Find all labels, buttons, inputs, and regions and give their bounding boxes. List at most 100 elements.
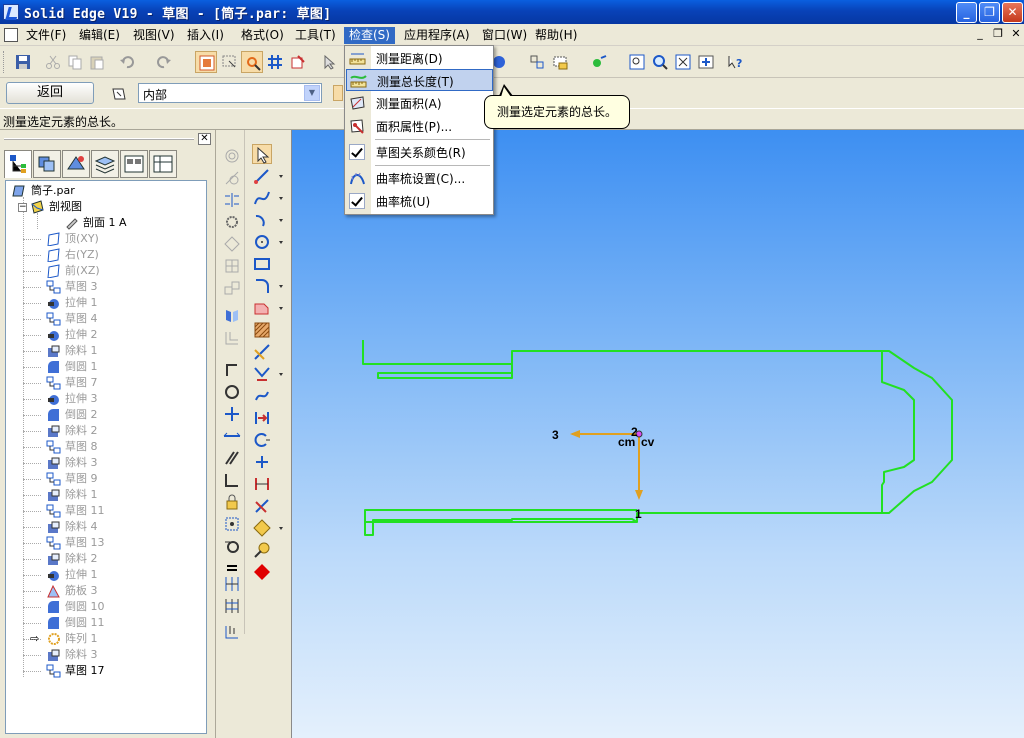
- menu-applications[interactable]: 应用程序(A): [399, 27, 475, 44]
- select-arrow-button[interactable]: [252, 144, 272, 164]
- mdi-restore-button[interactable]: ❐: [990, 28, 1006, 42]
- menu-edit[interactable]: 编辑(E): [74, 27, 125, 44]
- menu-tools[interactable]: 工具(T): [290, 27, 341, 44]
- redo-button[interactable]: [153, 51, 175, 73]
- rectangle-button[interactable]: [252, 254, 272, 274]
- pan-button[interactable]: [695, 51, 717, 73]
- chevron-down-icon[interactable]: ▼: [304, 85, 320, 101]
- profile-type-combo[interactable]: 内部 ▼: [138, 83, 322, 103]
- dimension-button[interactable]: [252, 474, 272, 494]
- connect-relation-button[interactable]: [222, 278, 242, 298]
- sketch-profile[interactable]: [362, 340, 953, 536]
- relationship-assistant-vbutton[interactable]: [222, 622, 242, 642]
- restore-button[interactable]: ❐: [979, 2, 1000, 23]
- parallel-relation-button[interactable]: [222, 448, 242, 468]
- tab-layers[interactable]: [91, 150, 119, 178]
- relationship-handles-button[interactable]: [241, 51, 263, 73]
- split-button[interactable]: [252, 386, 272, 406]
- rigid-set-button[interactable]: [222, 234, 242, 254]
- symmetry-button[interactable]: [222, 596, 242, 616]
- paste-button[interactable]: [86, 51, 108, 73]
- trim-button[interactable]: [252, 342, 272, 362]
- document-icon[interactable]: [4, 28, 18, 42]
- angle-relation-button[interactable]: [222, 470, 242, 490]
- menu-inspect[interactable]: 检查(S): [344, 27, 395, 44]
- rotate-button[interactable]: [252, 430, 272, 450]
- toolbar-grip[interactable]: [3, 51, 6, 73]
- menu-window[interactable]: 窗口(W): [477, 27, 532, 44]
- menu-insert[interactable]: 插入(I): [182, 27, 229, 44]
- point-on-relation-button[interactable]: [222, 536, 242, 556]
- tangent-relation-button[interactable]: [222, 168, 242, 188]
- select-tools-button[interactable]: [550, 51, 572, 73]
- select-tool-button[interactable]: [318, 51, 340, 73]
- mdi-close-button[interactable]: ✕: [1008, 28, 1024, 42]
- undo-button[interactable]: [116, 51, 138, 73]
- menu-measure-distance[interactable]: 测量距离(D): [346, 47, 493, 69]
- offset-button[interactable]: [222, 328, 242, 348]
- arc-button[interactable]: [252, 210, 283, 230]
- sketch-view-button[interactable]: [195, 51, 217, 73]
- menu-curvature-comb-settings[interactable]: 曲率梳设置(C)...: [346, 167, 493, 189]
- close-button[interactable]: ✕: [1002, 2, 1023, 23]
- sketch-plane-button[interactable]: [108, 82, 130, 104]
- mdi-minimize-button[interactable]: _: [972, 28, 988, 42]
- zoom-area-button[interactable]: [626, 51, 648, 73]
- menu-sketch-relation-color[interactable]: 草图关系颜色(R): [346, 141, 493, 163]
- menu-file[interactable]: 文件(F): [21, 27, 71, 44]
- menu-curvature-comb[interactable]: 曲率梳(U): [346, 190, 493, 212]
- circle-relation-button[interactable]: [222, 382, 242, 402]
- gear-relation-button[interactable]: [222, 212, 242, 232]
- fillet-button[interactable]: [252, 276, 283, 296]
- horizontal-vertical-button[interactable]: [222, 404, 242, 424]
- tab-family-of-parts[interactable]: [149, 150, 177, 178]
- fill-button[interactable]: [252, 320, 272, 340]
- lock-relation-button[interactable]: [222, 492, 242, 512]
- tab-pathfinder[interactable]: [4, 150, 32, 178]
- render-mode-button[interactable]: [588, 51, 610, 73]
- cut-button[interactable]: [42, 51, 64, 73]
- menu-measure-area[interactable]: 测量面积(A): [346, 92, 493, 114]
- select-window-button[interactable]: [218, 51, 240, 73]
- menu-measure-total-length[interactable]: 测量总长度(T): [346, 69, 493, 91]
- construction-button[interactable]: [252, 562, 272, 582]
- rigid-relation-button[interactable]: [222, 514, 242, 534]
- save-button[interactable]: [12, 51, 34, 73]
- collapse-section-view[interactable]: −: [18, 203, 27, 212]
- menu-help[interactable]: 帮助(H): [530, 27, 582, 44]
- collinear-relation-button[interactable]: [222, 426, 242, 446]
- intellieye-button[interactable]: [252, 540, 272, 560]
- relationship-assistant-button[interactable]: [526, 51, 548, 73]
- equal-relation-button[interactable]: [222, 256, 242, 276]
- back-button[interactable]: 返回: [6, 82, 94, 104]
- menu-view[interactable]: 视图(V): [128, 27, 180, 44]
- panel-close-button[interactable]: ✕: [198, 133, 211, 145]
- zoom-button[interactable]: [649, 51, 671, 73]
- circle-button[interactable]: [252, 232, 283, 252]
- copy-button[interactable]: [64, 51, 86, 73]
- line-button[interactable]: [252, 166, 283, 186]
- drawing-canvas[interactable]: 3 2 1 cm cv: [291, 130, 1024, 738]
- extend-button[interactable]: [252, 364, 283, 384]
- offset-draw-button[interactable]: [252, 298, 283, 318]
- tab-parts-library[interactable]: [33, 150, 61, 178]
- expand-arrow-icon[interactable]: ⇨: [30, 631, 39, 647]
- symmetric-relation-button[interactable]: [222, 190, 242, 210]
- perpendicular-relation-button[interactable]: [222, 360, 242, 380]
- help-pointer-button[interactable]: ?: [724, 51, 746, 73]
- panel-grip[interactable]: [4, 138, 194, 140]
- intellisketch-button[interactable]: [287, 51, 309, 73]
- ribbon-option-button[interactable]: [333, 85, 343, 101]
- tab-feature-library[interactable]: [62, 150, 90, 178]
- mirror-button[interactable]: [222, 306, 242, 326]
- curve-button[interactable]: [252, 188, 283, 208]
- symmetric-axis-button[interactable]: [222, 574, 242, 594]
- cross-button[interactable]: [252, 452, 272, 472]
- minimize-button[interactable]: _: [956, 2, 977, 23]
- coordinate-dimension-button[interactable]: [252, 518, 283, 538]
- tab-feature-palette[interactable]: [120, 150, 148, 178]
- concentric-relation-button[interactable]: [222, 146, 242, 166]
- smart-dimension-button[interactable]: [252, 496, 272, 516]
- menu-format[interactable]: 格式(O): [236, 27, 289, 44]
- move-button[interactable]: [252, 408, 272, 428]
